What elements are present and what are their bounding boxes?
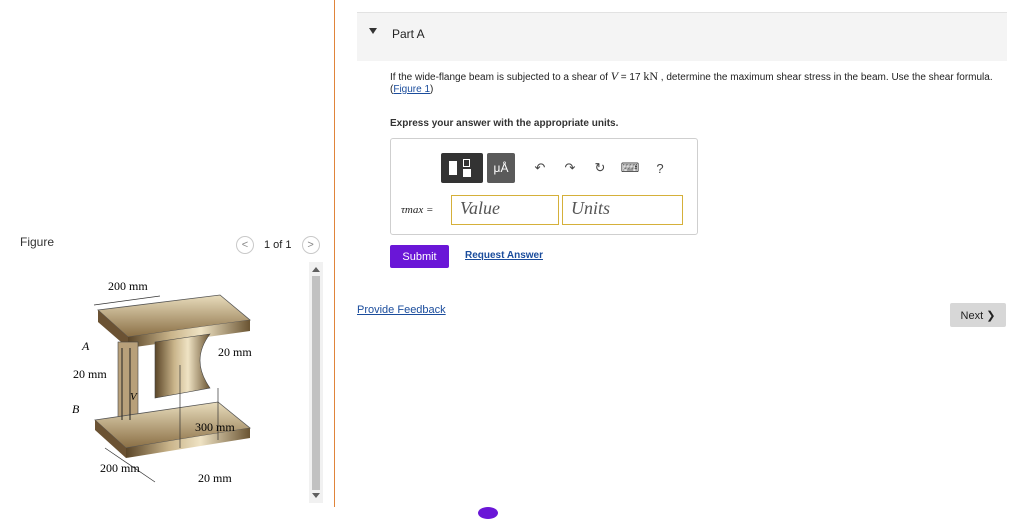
point-a-label: A: [81, 339, 90, 353]
scroll-up-icon[interactable]: [312, 267, 320, 272]
shear-value: = 17: [618, 72, 644, 83]
bottom-flange-width-label: 200 mm: [100, 461, 140, 475]
point-b-label: B: [72, 402, 80, 416]
scroll-thumb[interactable]: [312, 276, 320, 490]
answer-row: τmax = Value Units: [401, 195, 683, 225]
web-thickness-label: 20 mm: [73, 367, 107, 381]
redo-icon[interactable]: ↷: [559, 153, 581, 183]
collapse-caret-icon[interactable]: [369, 28, 377, 34]
value-input[interactable]: Value: [451, 195, 559, 225]
math-toolbar: μÅ ↶ ↷ ↻ ⌨ ?: [441, 153, 679, 183]
scroll-down-icon[interactable]: [312, 493, 320, 498]
figure-count: 1 of 1: [264, 239, 292, 251]
panel-divider: [334, 0, 335, 507]
figure-scrollbar[interactable]: [309, 262, 323, 503]
part-title: Part A: [392, 27, 425, 41]
tau-max-label: τmax =: [401, 204, 434, 216]
shear-unit: kN: [643, 69, 659, 83]
figure-panel: Figure < 1 of 1 > 200 mm 20 mm 20 mm 300…: [0, 0, 334, 513]
units-input[interactable]: Units: [562, 195, 683, 225]
units-button[interactable]: μÅ: [487, 153, 515, 183]
previous-figure-button[interactable]: <: [236, 236, 254, 254]
shear-symbol: V: [610, 69, 619, 83]
figure-link[interactable]: Figure 1: [393, 84, 430, 95]
question-prefix: If the wide-flange beam is subjected to …: [390, 72, 611, 83]
question-text: If the wide-flange beam is subjected to …: [390, 69, 993, 95]
undo-icon[interactable]: ↶: [529, 153, 551, 183]
next-button[interactable]: Next ❯: [950, 303, 1006, 327]
chat-launcher-icon[interactable]: [478, 507, 498, 519]
provide-feedback-link[interactable]: Provide Feedback: [357, 304, 446, 316]
submit-button[interactable]: Submit: [390, 245, 449, 268]
request-answer-link[interactable]: Request Answer: [465, 250, 543, 261]
depth-label: 300 mm: [195, 420, 235, 434]
answer-box: μÅ ↶ ↷ ↻ ⌨ ? τmax = Value Units: [390, 138, 698, 235]
instruction-text: Express your answer with the appropriate…: [390, 118, 619, 129]
figure-pager: < 1 of 1 >: [236, 236, 320, 254]
keyboard-icon[interactable]: ⌨: [619, 153, 641, 183]
figure-title: Figure: [20, 235, 55, 249]
top-flange-width-label: 200 mm: [108, 279, 148, 293]
next-figure-button[interactable]: >: [301, 236, 320, 254]
bottom-thickness-label: 20 mm: [198, 471, 232, 485]
part-a-header[interactable]: Part A: [357, 12, 1007, 61]
templates-icon[interactable]: [441, 153, 483, 183]
help-icon[interactable]: ?: [649, 153, 671, 183]
flange-thickness-label: 20 mm: [218, 345, 252, 359]
reset-icon[interactable]: ↻: [589, 153, 611, 183]
question-suffix: , determine the maximum shear stress in …: [658, 72, 993, 83]
beam-figure: 200 mm 20 mm 20 mm 300 mm 200 mm 20 mm A…: [72, 279, 252, 485]
